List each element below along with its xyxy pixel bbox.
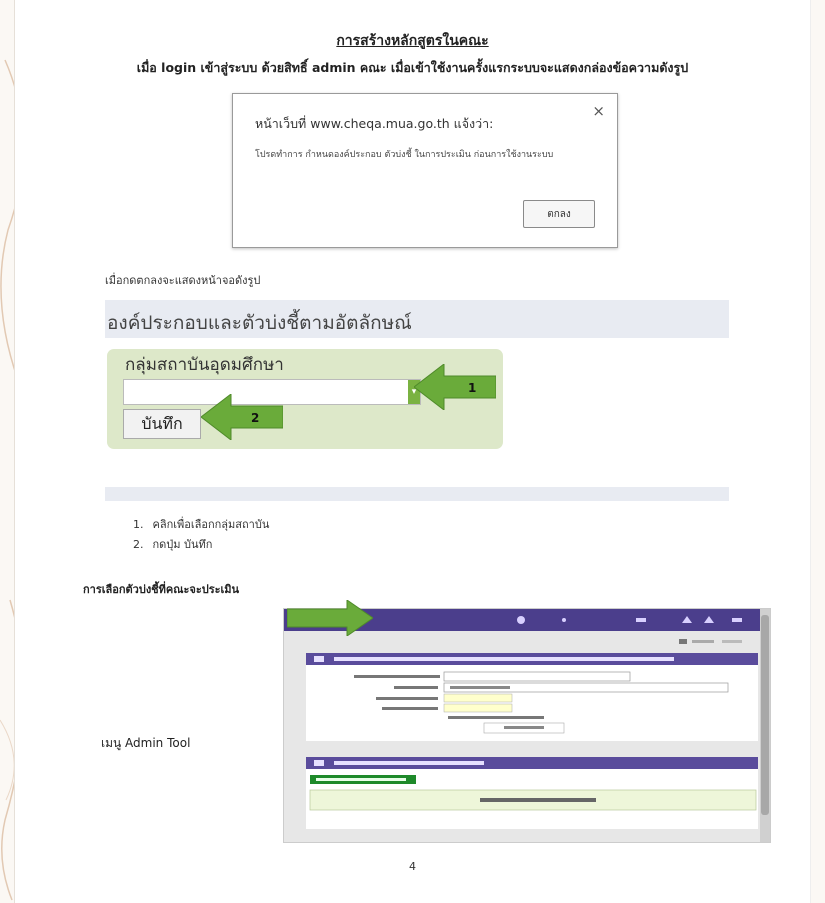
scroll-thumb[interactable]: [761, 615, 769, 815]
callout-arrow-2: 2: [201, 394, 283, 440]
save-button[interactable]: บันทึก: [123, 409, 201, 439]
menu-label: เมนู Admin Tool: [101, 736, 191, 750]
page-number: 4: [409, 860, 416, 873]
document-page: การสร้างหลักสูตรในคณะ เมื่อ login เข้าสู…: [14, 0, 811, 903]
step-number: 2.: [133, 538, 144, 551]
callout-2-label: 2: [251, 411, 259, 425]
admin-tool-arrow: [287, 600, 373, 636]
close-icon[interactable]: ×: [592, 102, 605, 120]
step-text: กดปุ่ม บันทึก: [152, 538, 213, 551]
empty-band: [105, 487, 729, 501]
ok-button[interactable]: ตกลง: [523, 200, 595, 228]
step-text: คลิกเพื่อเลือกกลุ่มสถาบัน: [152, 518, 270, 531]
form-header-band: องค์ประกอบและตัวบ่งชี้ตามอัตลักษณ์: [105, 300, 729, 338]
admin-screenshot: [283, 608, 771, 843]
list-item: 2. กดปุ่ม บันทึก: [133, 535, 269, 555]
alert-dialog: หน้าเว็บที่ www.cheqa.mua.go.th แจ้งว่า:…: [232, 93, 618, 248]
steps-list: 1. คลิกเพื่อเลือกกลุ่มสถาบัน 2. กดปุ่ม บ…: [133, 515, 269, 555]
callout-arrow-1: 1: [414, 364, 496, 410]
after-ok-text: เมื่อกดตกลงจะแสดงหน้าจอดังรูป: [105, 274, 261, 287]
dialog-message: โปรดทำการ กำหนดองค์ประกอบ ตัวบ่งชี้ ในกา…: [255, 150, 554, 160]
admin-scrollbar[interactable]: [760, 609, 770, 842]
callout-1-label: 1: [468, 381, 476, 395]
list-item: 1. คลิกเพื่อเลือกกลุ่มสถาบัน: [133, 515, 269, 535]
admin-page-content: [306, 639, 758, 829]
group-label: กลุ่มสถาบันอุดมศึกษา: [125, 355, 284, 375]
intro-text: เมื่อ login เข้าสู่ระบบ ด้วยสิทธิ์ admin…: [136, 60, 689, 75]
step-number: 1.: [133, 518, 144, 531]
document-title: การสร้างหลักสูตรในคณะ: [336, 33, 489, 49]
dialog-header: หน้าเว็บที่ www.cheqa.mua.go.th แจ้งว่า:: [255, 116, 494, 131]
section-heading: การเลือกตัวบ่งชี้ที่คณะจะประเมิน: [83, 583, 240, 596]
form-band-title: องค์ประกอบและตัวบ่งชี้ตามอัตลักษณ์: [107, 312, 412, 334]
